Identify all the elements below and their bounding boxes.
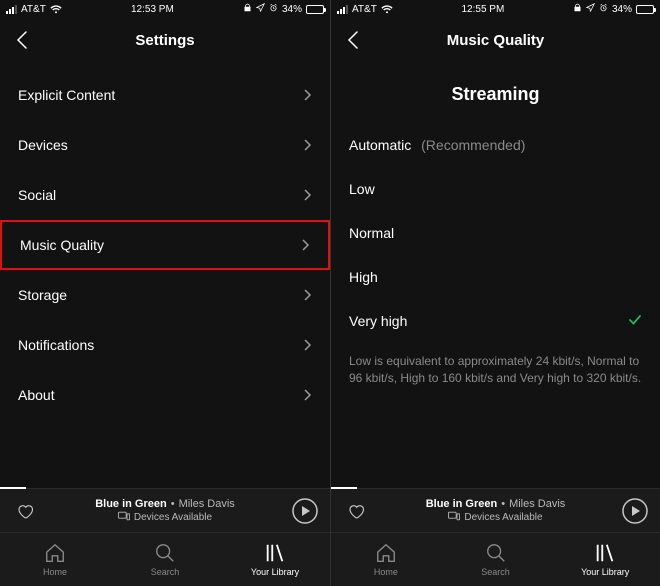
- row-label: Notifications: [18, 337, 94, 353]
- lock-icon: [243, 3, 252, 15]
- header: Settings: [0, 18, 330, 62]
- chevron-right-icon: [304, 139, 312, 151]
- recommended-label: (Recommended): [421, 137, 525, 153]
- header: Music Quality: [331, 18, 660, 62]
- tab-label: Search: [481, 567, 510, 577]
- option-label: Automatic: [349, 137, 411, 153]
- progress-indicator: [0, 487, 26, 489]
- carrier-label: AT&T: [21, 4, 46, 15]
- lock-icon: [573, 3, 582, 15]
- battery-pct: 34%: [282, 4, 302, 15]
- song-title: Blue in Green: [95, 498, 167, 510]
- location-icon: [586, 3, 595, 15]
- devices-icon: [448, 511, 460, 524]
- row-label: Explicit Content: [18, 87, 115, 103]
- alarm-icon: [269, 3, 278, 15]
- option-very-high[interactable]: Very high: [331, 299, 660, 343]
- row-about[interactable]: About: [0, 370, 330, 420]
- chevron-right-icon: [302, 239, 310, 251]
- devices-label: Devices Available: [134, 512, 212, 523]
- page-title: Settings: [135, 32, 194, 49]
- tab-label: Search: [151, 567, 180, 577]
- wifi-icon: [381, 5, 393, 14]
- tab-search[interactable]: Search: [441, 533, 551, 586]
- option-normal[interactable]: Normal: [331, 211, 660, 255]
- like-button[interactable]: [10, 502, 40, 520]
- devices-icon: [118, 511, 130, 524]
- row-music-quality[interactable]: Music Quality: [0, 220, 330, 270]
- tab-label: Your Library: [581, 567, 629, 577]
- tab-bar: Home Search Your Library: [0, 532, 330, 586]
- wifi-icon: [50, 5, 62, 14]
- quality-options: Streaming Automatic (Recommended) Low No…: [331, 62, 660, 488]
- play-button[interactable]: [620, 497, 650, 525]
- tab-search[interactable]: Search: [110, 533, 220, 586]
- tab-home[interactable]: Home: [331, 533, 441, 586]
- row-social[interactable]: Social: [0, 170, 330, 220]
- row-label: Social: [18, 187, 56, 203]
- row-label: Music Quality: [20, 237, 104, 253]
- row-explicit-content[interactable]: Explicit Content: [0, 70, 330, 120]
- battery-icon: [306, 5, 324, 14]
- now-playing-info: Blue in Green•Miles Davis Devices Availa…: [379, 498, 612, 524]
- tab-library[interactable]: Your Library: [550, 533, 660, 586]
- tab-label: Your Library: [251, 567, 299, 577]
- tab-library[interactable]: Your Library: [220, 533, 330, 586]
- location-icon: [256, 3, 265, 15]
- artist-name: Miles Davis: [179, 498, 235, 510]
- settings-screen: AT&T 12:53 PM 34% Settings Explicit Cont…: [0, 0, 330, 586]
- checkmark-icon: [628, 313, 642, 330]
- option-label: Very high: [349, 313, 407, 329]
- clock-label: 12:53 PM: [131, 4, 174, 15]
- battery-icon: [636, 5, 654, 14]
- chevron-right-icon: [304, 289, 312, 301]
- battery-pct: 34%: [612, 4, 632, 15]
- option-automatic[interactable]: Automatic (Recommended): [331, 123, 660, 167]
- alarm-icon: [599, 3, 608, 15]
- option-high[interactable]: High: [331, 255, 660, 299]
- music-quality-screen: AT&T 12:55 PM 34% Music Quality Streamin…: [330, 0, 660, 586]
- status-bar: AT&T 12:55 PM 34%: [331, 0, 660, 18]
- option-label: Low: [349, 181, 375, 197]
- tab-bar: Home Search Your Library: [331, 532, 660, 586]
- section-title: Streaming: [331, 84, 660, 105]
- status-bar: AT&T 12:53 PM 34%: [0, 0, 330, 18]
- carrier-label: AT&T: [352, 4, 377, 15]
- now-playing-bar[interactable]: Blue in Green•Miles Davis Devices Availa…: [0, 488, 330, 532]
- devices-label: Devices Available: [464, 512, 542, 523]
- chevron-right-icon: [304, 389, 312, 401]
- now-playing-info: Blue in Green•Miles Davis Devices Availa…: [48, 498, 282, 524]
- now-playing-bar[interactable]: Blue in Green•Miles Davis Devices Availa…: [331, 488, 660, 532]
- chevron-right-icon: [304, 189, 312, 201]
- chevron-right-icon: [304, 339, 312, 351]
- signal-icon: [6, 5, 17, 14]
- row-storage[interactable]: Storage: [0, 270, 330, 320]
- row-notifications[interactable]: Notifications: [0, 320, 330, 370]
- signal-icon: [337, 5, 348, 14]
- progress-indicator: [331, 487, 357, 489]
- option-low[interactable]: Low: [331, 167, 660, 211]
- tab-home[interactable]: Home: [0, 533, 110, 586]
- tab-label: Home: [43, 567, 67, 577]
- quality-note: Low is equivalent to approximately 24 kb…: [331, 343, 660, 388]
- row-label: Devices: [18, 137, 68, 153]
- like-button[interactable]: [341, 502, 371, 520]
- row-label: Storage: [18, 287, 67, 303]
- page-title: Music Quality: [447, 32, 545, 49]
- tab-label: Home: [374, 567, 398, 577]
- settings-list: Explicit Content Devices Social Music Qu…: [0, 62, 330, 488]
- chevron-right-icon: [304, 89, 312, 101]
- option-label: Normal: [349, 225, 394, 241]
- play-button[interactable]: [290, 497, 320, 525]
- song-title: Blue in Green: [426, 498, 498, 510]
- row-devices[interactable]: Devices: [0, 120, 330, 170]
- back-button[interactable]: [12, 30, 32, 50]
- artist-name: Miles Davis: [509, 498, 565, 510]
- clock-label: 12:55 PM: [462, 4, 505, 15]
- back-button[interactable]: [343, 30, 363, 50]
- row-label: About: [18, 387, 55, 403]
- option-label: High: [349, 269, 378, 285]
